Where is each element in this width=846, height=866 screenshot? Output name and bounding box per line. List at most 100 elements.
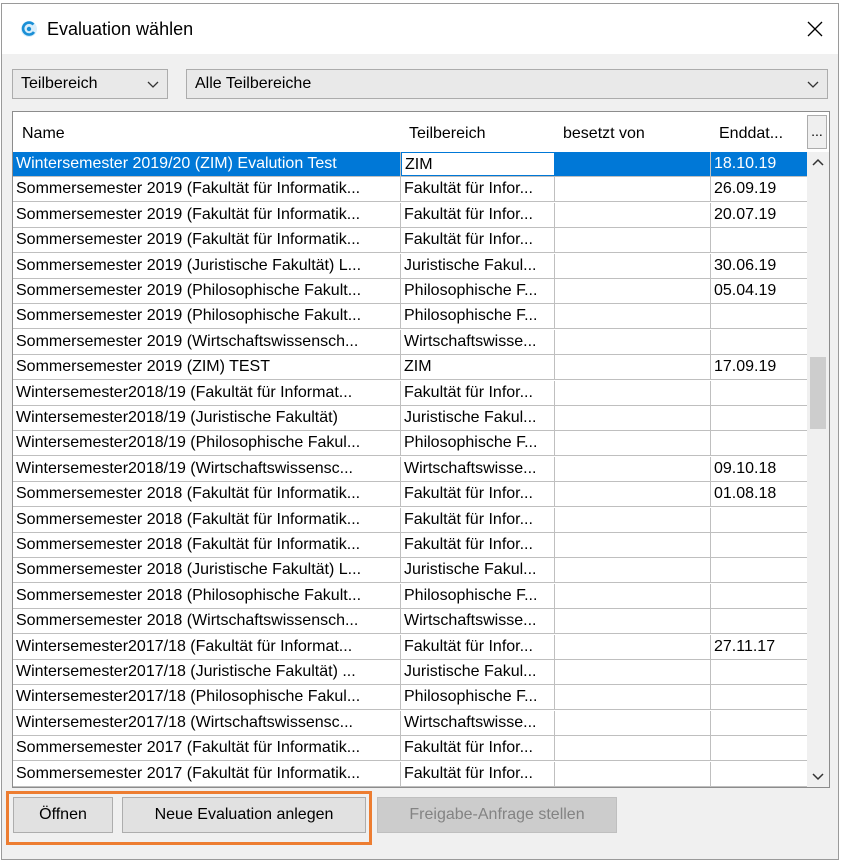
cell-occupied-by [555,202,711,227]
cell-scope: Wirtschaftswisse... [401,710,555,735]
table-row[interactable]: Wintersemester2018/19 (Fakultät für Info… [13,380,807,406]
cell-name: Sommersemester 2017 (Fakultät für Inform… [13,736,401,761]
scrollbar-thumb[interactable] [810,357,826,429]
column-header-end-date[interactable]: Enddat... [719,125,783,143]
cell-occupied-by [555,228,711,253]
cell-end-date [711,304,807,328]
chevron-down-icon [812,773,824,781]
cell-name: Sommersemester 2017 (Fakultät für Inform… [13,761,401,786]
table-row[interactable]: Sommersemester 2018 (Fakultät für Inform… [13,507,807,533]
table-row[interactable]: Sommersemester 2018 (Fakultät für Inform… [13,482,807,508]
cell-scope: ZIM [401,355,555,380]
table-row[interactable]: Sommersemester 2019 (Philosophische Faku… [13,304,807,330]
table-row[interactable]: Sommersemester 2019 (Fakultät für Inform… [13,177,807,203]
table-row[interactable]: Sommersemester 2017 (Fakultät für Inform… [13,736,807,762]
new-evaluation-button[interactable]: Neue Evaluation anlegen [122,797,366,833]
cell-name: Sommersemester 2018 (Wirtschaftswissensc… [13,609,401,634]
scroll-up-button[interactable] [807,152,829,174]
cell-name: Sommersemester 2019 (Philosophische Faku… [13,279,401,303]
cell-name: Sommersemester 2019 (Fakultät für Inform… [13,202,401,227]
table-row[interactable]: Sommersemester 2019 (Fakultät für Inform… [13,202,807,228]
cell-end-date [711,381,807,405]
table-row[interactable]: Sommersemester 2018 (Wirtschaftswissensc… [13,609,807,635]
open-button[interactable]: Öffnen [13,797,113,833]
cell-name: Sommersemester 2018 (Fakultät für Inform… [13,482,401,507]
cell-end-date: 27.11.17 [714,637,776,655]
cell-end-date [711,508,807,532]
cell-end-date [711,330,807,354]
cell-end-date [711,228,807,252]
cell-end-date [711,762,807,786]
cell-end-date [711,558,807,582]
cell-scope: Fakultät für Infor... [401,228,555,253]
cell-occupied-by [555,558,711,583]
table-row[interactable]: Wintersemester2017/18 (Wirtschaftswissen… [13,710,807,736]
cell-end-date [711,533,807,557]
cell-end-date [711,711,807,735]
cell-occupied-by [555,583,711,608]
close-button[interactable] [792,4,838,54]
column-header-occupied-by[interactable]: besetzt von [563,125,645,143]
table-row[interactable]: Sommersemester 2019 (Fakultät für Inform… [13,228,807,254]
cell-occupied-by [555,177,711,202]
cell-name: Wintersemester2018/19 (Fakultät für Info… [13,380,401,405]
column-header-scope[interactable]: Teilbereich [409,125,485,143]
column-options-button[interactable]: ... [807,115,827,149]
cell-scope: Philosophische F... [401,279,555,303]
cell-scope: Philosophische F... [401,304,555,329]
cell-name: Wintersemester 2019/20 (ZIM) Evalution T… [13,152,401,176]
cell-end-date [711,609,807,633]
table-row[interactable]: Wintersemester2017/18 (Philosophische Fa… [13,685,807,711]
chevron-down-icon [807,81,819,88]
scope-type-value: Teilbereich [21,75,98,92]
cell-occupied-by [555,406,711,430]
column-header-name[interactable]: Name [22,125,65,143]
cell-scope: Juristische Fakul... [401,406,555,430]
cell-occupied-by [555,710,711,735]
cell-name: Sommersemester 2019 (ZIM) TEST [13,355,401,380]
cell-scope: Fakultät für Infor... [401,507,555,532]
cell-end-date [711,584,807,608]
title-bar: Evaluation wählen [2,4,838,54]
vertical-scrollbar[interactable] [807,152,829,787]
table-row[interactable]: Sommersemester 2018 (Juristische Fakultä… [13,558,807,584]
cell-scope: Fakultät für Infor... [401,761,555,786]
scope-value-dropdown[interactable]: Alle Teilbereiche [186,69,828,99]
cell-end-date [711,660,807,684]
table-row[interactable]: Sommersemester 2018 (Philosophische Faku… [13,583,807,609]
cell-occupied-by [555,761,711,786]
table-row[interactable]: Wintersemester2018/19 (Wirtschaftswissen… [13,456,807,482]
scroll-down-button[interactable] [807,765,829,787]
cell-name: Wintersemester2017/18 (Philosophische Fa… [13,685,401,710]
cell-occupied-by [555,533,711,557]
dialog-window: Evaluation wählen Teilbereich Alle Teilb… [1,3,839,860]
table-row[interactable]: Wintersemester2018/19 (Juristische Fakul… [13,406,807,431]
table-row[interactable]: Sommersemester 2017 (Fakultät für Inform… [13,761,807,787]
table-row[interactable]: Sommersemester 2018 (Fakultät für Inform… [13,533,807,558]
cell-occupied-by [555,329,711,354]
cell-end-date: 05.04.19 [714,282,777,299]
cell-scope: Fakultät für Infor... [401,533,555,557]
table-row[interactable]: Sommersemester 2019 (Wirtschaftswissensc… [13,329,807,355]
table-row[interactable]: Sommersemester 2019 (ZIM) TEST ZIM 17.09.1… [13,355,807,381]
cell-name: Sommersemester 2018 (Juristische Fakultä… [13,558,401,583]
cell-name: Sommersemester 2019 (Wirtschaftswissensc… [13,329,401,354]
cell-scope: Fakultät für Infor... [401,482,555,507]
table-row[interactable]: Sommersemester 2019 (Philosophische Faku… [13,279,807,304]
table-row[interactable]: Wintersemester 2019/20 (ZIM) Evalution T… [13,152,807,177]
request-release-button: Freigabe-Anfrage stellen [377,797,617,833]
table-row[interactable]: Sommersemester 2019 (Juristische Fakultä… [13,253,807,279]
cell-scope: Philosophische F... [401,431,555,456]
cell-end-date [711,406,807,430]
cell-scope: Wirtschaftswisse... [401,609,555,634]
cell-name: Sommersemester 2019 (Philosophische Faku… [13,304,401,329]
table-row[interactable]: Wintersemester2017/18 (Juristische Fakul… [13,660,807,685]
table-row[interactable]: Wintersemester2018/19 (Philosophische Fa… [13,431,807,457]
cell-occupied-by [555,253,711,278]
cell-scope: Wirtschaftswisse... [401,329,555,354]
cell-end-date [711,685,807,709]
table-row[interactable]: Wintersemester2017/18 (Fakultät für Info… [13,634,807,660]
cell-end-date: 01.08.18 [714,485,777,503]
scope-type-dropdown[interactable]: Teilbereich [12,69,168,99]
cell-end-date [711,736,807,760]
